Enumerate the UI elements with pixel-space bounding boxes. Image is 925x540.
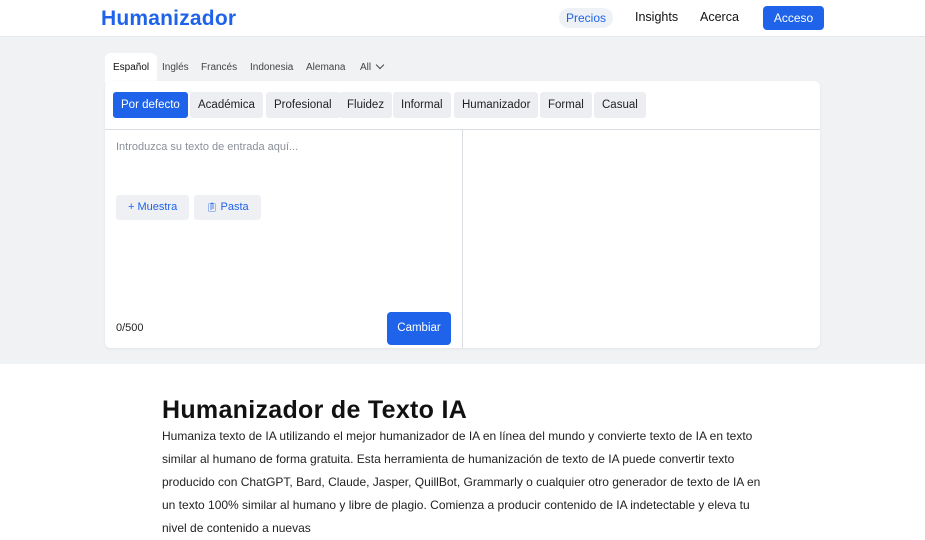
logo[interactable]: Humanizador bbox=[101, 7, 236, 31]
mode-por-defecto[interactable]: Por defecto bbox=[113, 92, 188, 118]
sample-button[interactable]: + Muestra bbox=[116, 195, 190, 220]
mode-humanizador[interactable]: Humanizador bbox=[454, 92, 539, 118]
char-count: 0/500 bbox=[116, 322, 144, 334]
mode-formal[interactable]: Formal bbox=[540, 92, 592, 118]
mode-fluidez[interactable]: Fluidez bbox=[339, 92, 393, 118]
editor-split bbox=[462, 129, 463, 348]
workspace: Español Inglés Francés Indonesia Alemana… bbox=[0, 37, 925, 364]
paste-label: Pasta bbox=[220, 201, 249, 213]
mode-profesional[interactable]: Profesional bbox=[266, 92, 340, 118]
input-textarea[interactable]: Introduzca su texto de entrada aquí... bbox=[116, 141, 298, 153]
lang-dropdown-all[interactable]: All bbox=[360, 53, 385, 83]
lang-tab-espanol[interactable]: Español bbox=[105, 53, 158, 83]
nav-acerca[interactable]: Acerca bbox=[700, 10, 739, 24]
lang-all-label: All bbox=[360, 62, 372, 73]
article-section: Humanizador de Texto IA Humaniza texto d… bbox=[0, 364, 925, 535]
mode-academica[interactable]: Académica bbox=[190, 92, 263, 118]
login-button[interactable]: Acceso bbox=[763, 6, 824, 30]
lang-tab-alemana[interactable]: Alemana bbox=[306, 53, 345, 83]
mode-informal[interactable]: Informal bbox=[393, 92, 451, 118]
mode-casual[interactable]: Casual bbox=[594, 92, 646, 118]
chevron-down-icon bbox=[375, 60, 385, 70]
lang-tab-frances[interactable]: Francés bbox=[201, 53, 237, 83]
lang-tab-indonesia[interactable]: Indonesia bbox=[250, 53, 293, 83]
submit-button[interactable]: Cambiar bbox=[387, 312, 451, 345]
top-header: Humanizador Precios Insights Acerca Acce… bbox=[0, 0, 925, 37]
clipboard-icon: 📋︎ bbox=[206, 202, 218, 212]
article-title: Humanizador de Texto IA bbox=[162, 396, 468, 424]
paste-button[interactable]: 📋︎ Pasta bbox=[194, 195, 261, 220]
nav-insights[interactable]: Insights bbox=[635, 10, 678, 24]
editor-card: Por defecto Académica Profesional Fluide… bbox=[105, 81, 820, 348]
lang-tab-ingles[interactable]: Inglés bbox=[162, 53, 189, 83]
article-body: Humaniza texto de IA utilizando el mejor… bbox=[162, 429, 761, 535]
nav-precios[interactable]: Precios bbox=[559, 8, 614, 28]
